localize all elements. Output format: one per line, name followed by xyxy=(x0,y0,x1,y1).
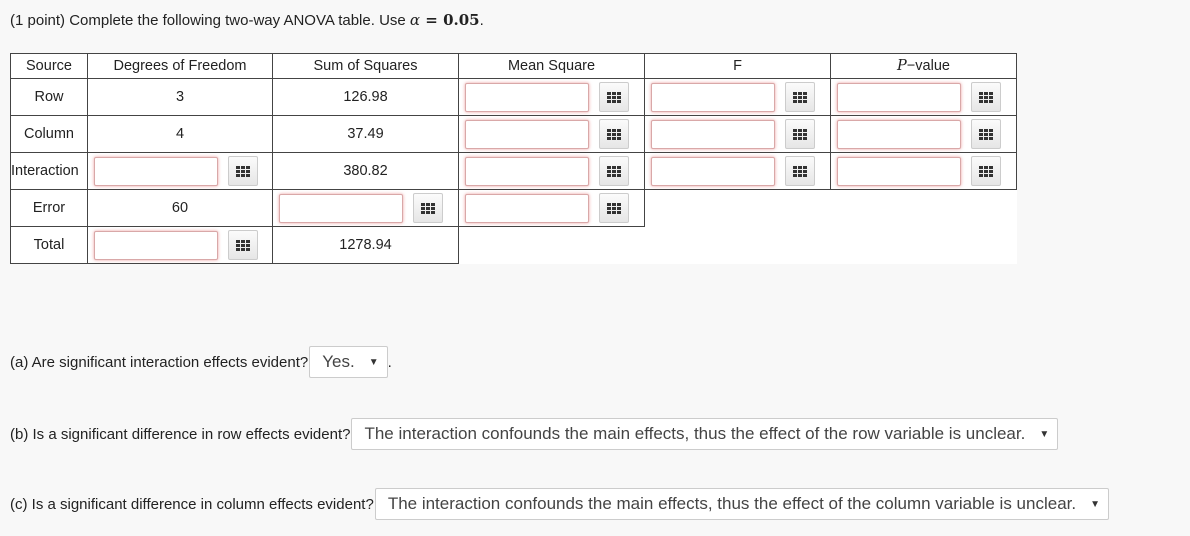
header-ms: Mean Square xyxy=(458,53,645,79)
df-cell: 60 xyxy=(87,189,273,227)
header-f: F xyxy=(644,53,831,79)
question-b-select[interactable]: The interaction confounds the main effec… xyxy=(351,418,1059,450)
grid-icon[interactable] xyxy=(785,119,815,149)
grid-icon[interactable] xyxy=(785,82,815,112)
ms-answer-cell xyxy=(458,115,645,153)
total-df-input[interactable] xyxy=(94,230,218,260)
anova-table: Source Degrees of Freedom Sum of Squares… xyxy=(10,53,1017,264)
problem-prefix: (1 point) Complete the following two-way… xyxy=(10,12,410,29)
ms-answer-cell xyxy=(458,78,645,116)
question-c-select[interactable]: The interaction confounds the main effec… xyxy=(374,488,1109,520)
grid-icon[interactable] xyxy=(599,82,629,112)
question-c-selected: The interaction confounds the main effec… xyxy=(387,494,1077,513)
problem-suffix: . xyxy=(479,12,484,29)
source-cell: Total xyxy=(10,226,88,264)
row-f-input[interactable] xyxy=(651,82,775,112)
question-a-select[interactable]: Yes. ▼ xyxy=(309,346,388,378)
table-row-total: Total 1278.94 xyxy=(10,226,1017,264)
error-ss-input[interactable] xyxy=(279,193,403,223)
column-p-input[interactable] xyxy=(837,119,961,149)
interaction-f-input[interactable] xyxy=(651,156,775,186)
header-ss: Sum of Squares xyxy=(272,53,459,79)
empty-cell xyxy=(831,227,1017,264)
f-answer-cell xyxy=(644,152,831,190)
empty-cell xyxy=(645,190,831,227)
p-answer-cell xyxy=(830,115,1017,153)
alpha-symbol: α xyxy=(409,11,421,29)
interaction-p-input[interactable] xyxy=(837,156,961,186)
empty-cell xyxy=(831,190,1017,227)
question-c: (c) Is a significant difference in colum… xyxy=(10,488,1109,520)
header-p-value: P−value xyxy=(830,53,1017,79)
source-cell: Column xyxy=(10,115,88,153)
ss-cell: 126.98 xyxy=(272,78,459,116)
grid-icon[interactable] xyxy=(971,156,1001,186)
source-cell: Interaction xyxy=(10,152,88,190)
empty-cell xyxy=(645,227,831,264)
alpha-value: 0.05 xyxy=(443,11,480,29)
ss-cell: 380.82 xyxy=(272,152,459,190)
interaction-df-input[interactable] xyxy=(94,156,218,186)
ss-answer-cell xyxy=(272,189,459,227)
header-source: Source xyxy=(10,53,88,79)
grid-icon[interactable] xyxy=(228,230,258,260)
question-a: (a) Are significant interaction effects … xyxy=(10,346,392,378)
p-suffix: −value xyxy=(906,58,950,74)
column-f-input[interactable] xyxy=(651,119,775,149)
caret-down-icon: ▼ xyxy=(1090,498,1100,510)
header-df: Degrees of Freedom xyxy=(87,53,273,79)
grid-icon[interactable] xyxy=(785,156,815,186)
grid-icon[interactable] xyxy=(413,193,443,223)
interaction-ms-input[interactable] xyxy=(465,156,589,186)
row-ms-input[interactable] xyxy=(465,82,589,112)
p-answer-cell xyxy=(830,152,1017,190)
question-b: (b) Is a significant difference in row e… xyxy=(10,418,1059,450)
df-answer-cell xyxy=(87,226,273,264)
question-c-text: (c) Is a significant difference in colum… xyxy=(10,495,374,513)
grid-icon[interactable] xyxy=(971,119,1001,149)
question-a-selected: Yes. xyxy=(322,352,355,371)
ss-cell: 1278.94 xyxy=(272,226,459,264)
row-p-input[interactable] xyxy=(837,82,961,112)
grid-icon[interactable] xyxy=(599,193,629,223)
table-row-column: Column 4 37.49 xyxy=(10,115,1017,153)
empty-cell xyxy=(459,227,645,264)
column-ms-input[interactable] xyxy=(465,119,589,149)
question-a-text: (a) Are significant interaction effects … xyxy=(10,353,309,371)
error-ms-input[interactable] xyxy=(465,193,589,223)
df-cell: 4 xyxy=(87,115,273,153)
p-letter: P xyxy=(897,58,907,74)
f-answer-cell xyxy=(644,78,831,116)
grid-icon[interactable] xyxy=(599,156,629,186)
table-row-row: Row 3 126.98 xyxy=(10,78,1017,116)
question-b-text: (b) Is a significant difference in row e… xyxy=(10,425,351,443)
df-cell: 3 xyxy=(87,78,273,116)
caret-down-icon: ▼ xyxy=(368,356,379,368)
grid-icon[interactable] xyxy=(971,82,1001,112)
df-answer-cell xyxy=(87,152,273,190)
ms-answer-cell xyxy=(458,152,645,190)
grid-icon[interactable] xyxy=(599,119,629,149)
ms-answer-cell xyxy=(458,189,645,227)
ss-cell: 37.49 xyxy=(272,115,459,153)
table-row-error: Error 60 xyxy=(10,189,1017,227)
problem-statement: (1 point) Complete the following two-way… xyxy=(10,11,484,29)
p-answer-cell xyxy=(830,78,1017,116)
grid-icon[interactable] xyxy=(228,156,258,186)
alpha-equals: = xyxy=(420,11,444,29)
question-b-selected: The interaction confounds the main effec… xyxy=(364,424,1026,443)
source-cell: Error xyxy=(10,189,88,227)
source-cell: Row xyxy=(10,78,88,116)
header-row: Source Degrees of Freedom Sum of Squares… xyxy=(10,53,1017,79)
f-answer-cell xyxy=(644,115,831,153)
table-row-interaction: Interaction 380.82 xyxy=(10,152,1017,190)
caret-down-icon: ▼ xyxy=(1039,428,1050,440)
